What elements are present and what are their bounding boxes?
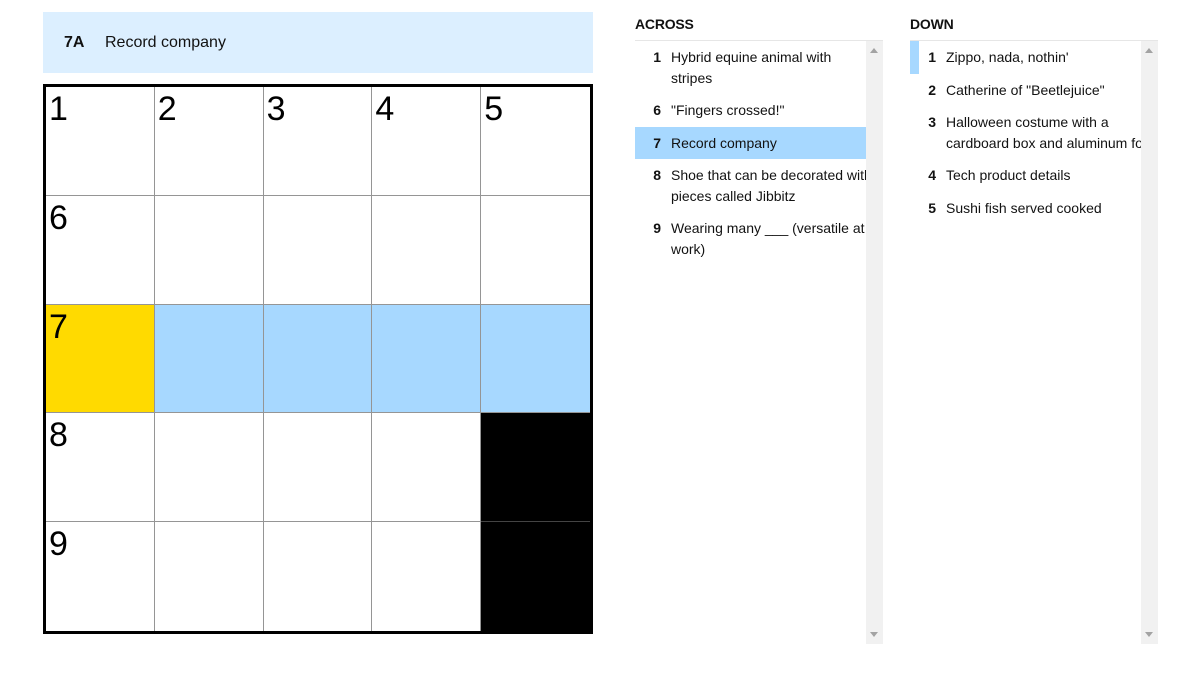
scroll-up-arrow-icon[interactable] (1145, 48, 1153, 53)
crossword-grid: 1 2 3 4 5 6 7 8 9 (43, 84, 593, 634)
grid-block-cell (481, 522, 590, 631)
grid-cell[interactable] (263, 522, 373, 631)
grid-cell[interactable]: 7 (46, 304, 155, 414)
clue-text: Zippo, nada, nothin' (946, 49, 1069, 65)
current-clue-number: 7A (64, 33, 85, 51)
clue-number: 7 (653, 134, 661, 151)
down-title: DOWN (910, 16, 954, 32)
grid-cell[interactable] (372, 195, 482, 305)
scroll-up-arrow-icon[interactable] (870, 48, 878, 53)
cell-number: 5 (484, 90, 504, 128)
across-clue-item[interactable]: 8 Shoe that can be decorated with pieces … (635, 159, 883, 212)
grid-cell[interactable] (154, 413, 264, 523)
grid-cell[interactable] (372, 304, 482, 414)
grid-cell[interactable]: 1 (46, 87, 155, 196)
down-clue-item[interactable]: 5 Sushi fish served cooked (910, 192, 1158, 225)
cell-number: 4 (375, 90, 395, 128)
grid-cell[interactable] (263, 413, 373, 523)
clue-number: 2 (928, 81, 936, 98)
grid-cell[interactable] (372, 522, 482, 631)
across-clue-list: 1 Hybrid equine animal with stripes 6 "Fing… (635, 40, 883, 644)
down-clue-item[interactable]: 1 Zippo, nada, nothin' (910, 41, 1158, 74)
grid-cell[interactable] (154, 304, 264, 414)
clue-number: 3 (928, 114, 936, 130)
clue-number: 1 (928, 49, 936, 65)
clue-number: 6 (653, 102, 661, 118)
cell-number: 2 (157, 90, 177, 128)
clue-text: "Fingers crossed!" (671, 102, 785, 118)
clue-number: 1 (653, 49, 661, 65)
current-clue-text: Record company (105, 33, 226, 51)
grid-cell[interactable]: 9 (46, 522, 155, 631)
clue-text: Sushi fish served cooked (946, 199, 1102, 216)
grid-cell[interactable] (154, 195, 264, 305)
grid-cell[interactable] (263, 195, 373, 305)
down-clue-item[interactable]: 2 Catherine of "Beetlejuice" (910, 74, 1158, 107)
scroll-down-arrow-icon[interactable] (1145, 632, 1153, 637)
grid-cell[interactable] (154, 522, 264, 631)
cell-number: 9 (49, 525, 68, 564)
across-clue-item[interactable]: 1 Hybrid equine animal with stripes (635, 41, 883, 94)
clue-text: Wearing many ___ (versatile at work) (671, 220, 865, 257)
grid-cell[interactable] (263, 304, 373, 414)
clue-text: Tech product details (946, 167, 1071, 183)
clue-text: Halloween costume with a cardboard box a… (946, 114, 1150, 151)
grid-cell[interactable]: 6 (46, 195, 155, 305)
clue-number: 9 (653, 220, 661, 236)
clue-number: 5 (928, 199, 936, 216)
clue-text: Record company (671, 134, 777, 151)
grid-cell[interactable] (481, 304, 590, 414)
across-scrollbar[interactable] (866, 41, 883, 644)
clue-text: Hybrid equine animal with stripes (671, 49, 832, 86)
scroll-down-arrow-icon[interactable] (870, 632, 878, 637)
cell-number: 6 (49, 198, 68, 237)
clue-text: Shoe that can be decorated with pieces c… (671, 167, 872, 204)
across-clue-item[interactable]: 6 "Fingers crossed!" (635, 94, 883, 127)
across-clue-item[interactable]: 9 Wearing many ___ (versatile at work) (635, 212, 883, 265)
current-clue-bar: 7A Record company (43, 12, 593, 73)
grid-block-cell (481, 413, 590, 523)
down-clue-item[interactable]: 4 Tech product details (910, 159, 1158, 192)
across-title: ACROSS (635, 16, 694, 32)
cell-number: 3 (266, 90, 286, 128)
clue-text: Catherine of "Beetlejuice" (946, 81, 1105, 98)
cell-number: 1 (49, 90, 68, 128)
clue-number: 4 (928, 167, 936, 183)
grid-cell[interactable]: 5 (481, 87, 590, 196)
down-clue-item[interactable]: 3 Halloween costume with a cardboard box … (910, 106, 1158, 159)
grid-cell[interactable] (372, 413, 482, 523)
grid-cell[interactable]: 8 (46, 413, 155, 523)
grid-cell[interactable]: 2 (154, 87, 264, 196)
down-scrollbar[interactable] (1141, 41, 1158, 644)
cell-number: 8 (49, 416, 68, 455)
grid-cell[interactable]: 3 (263, 87, 373, 196)
across-clue-item[interactable]: 7 Record company (635, 126, 883, 159)
grid-cell[interactable] (481, 195, 590, 305)
cell-number: 7 (49, 307, 68, 346)
clue-number: 8 (653, 167, 661, 183)
grid-cell[interactable]: 4 (372, 87, 482, 196)
down-clue-list: 1 Zippo, nada, nothin' 2 Catherine of "Beet… (910, 40, 1158, 644)
